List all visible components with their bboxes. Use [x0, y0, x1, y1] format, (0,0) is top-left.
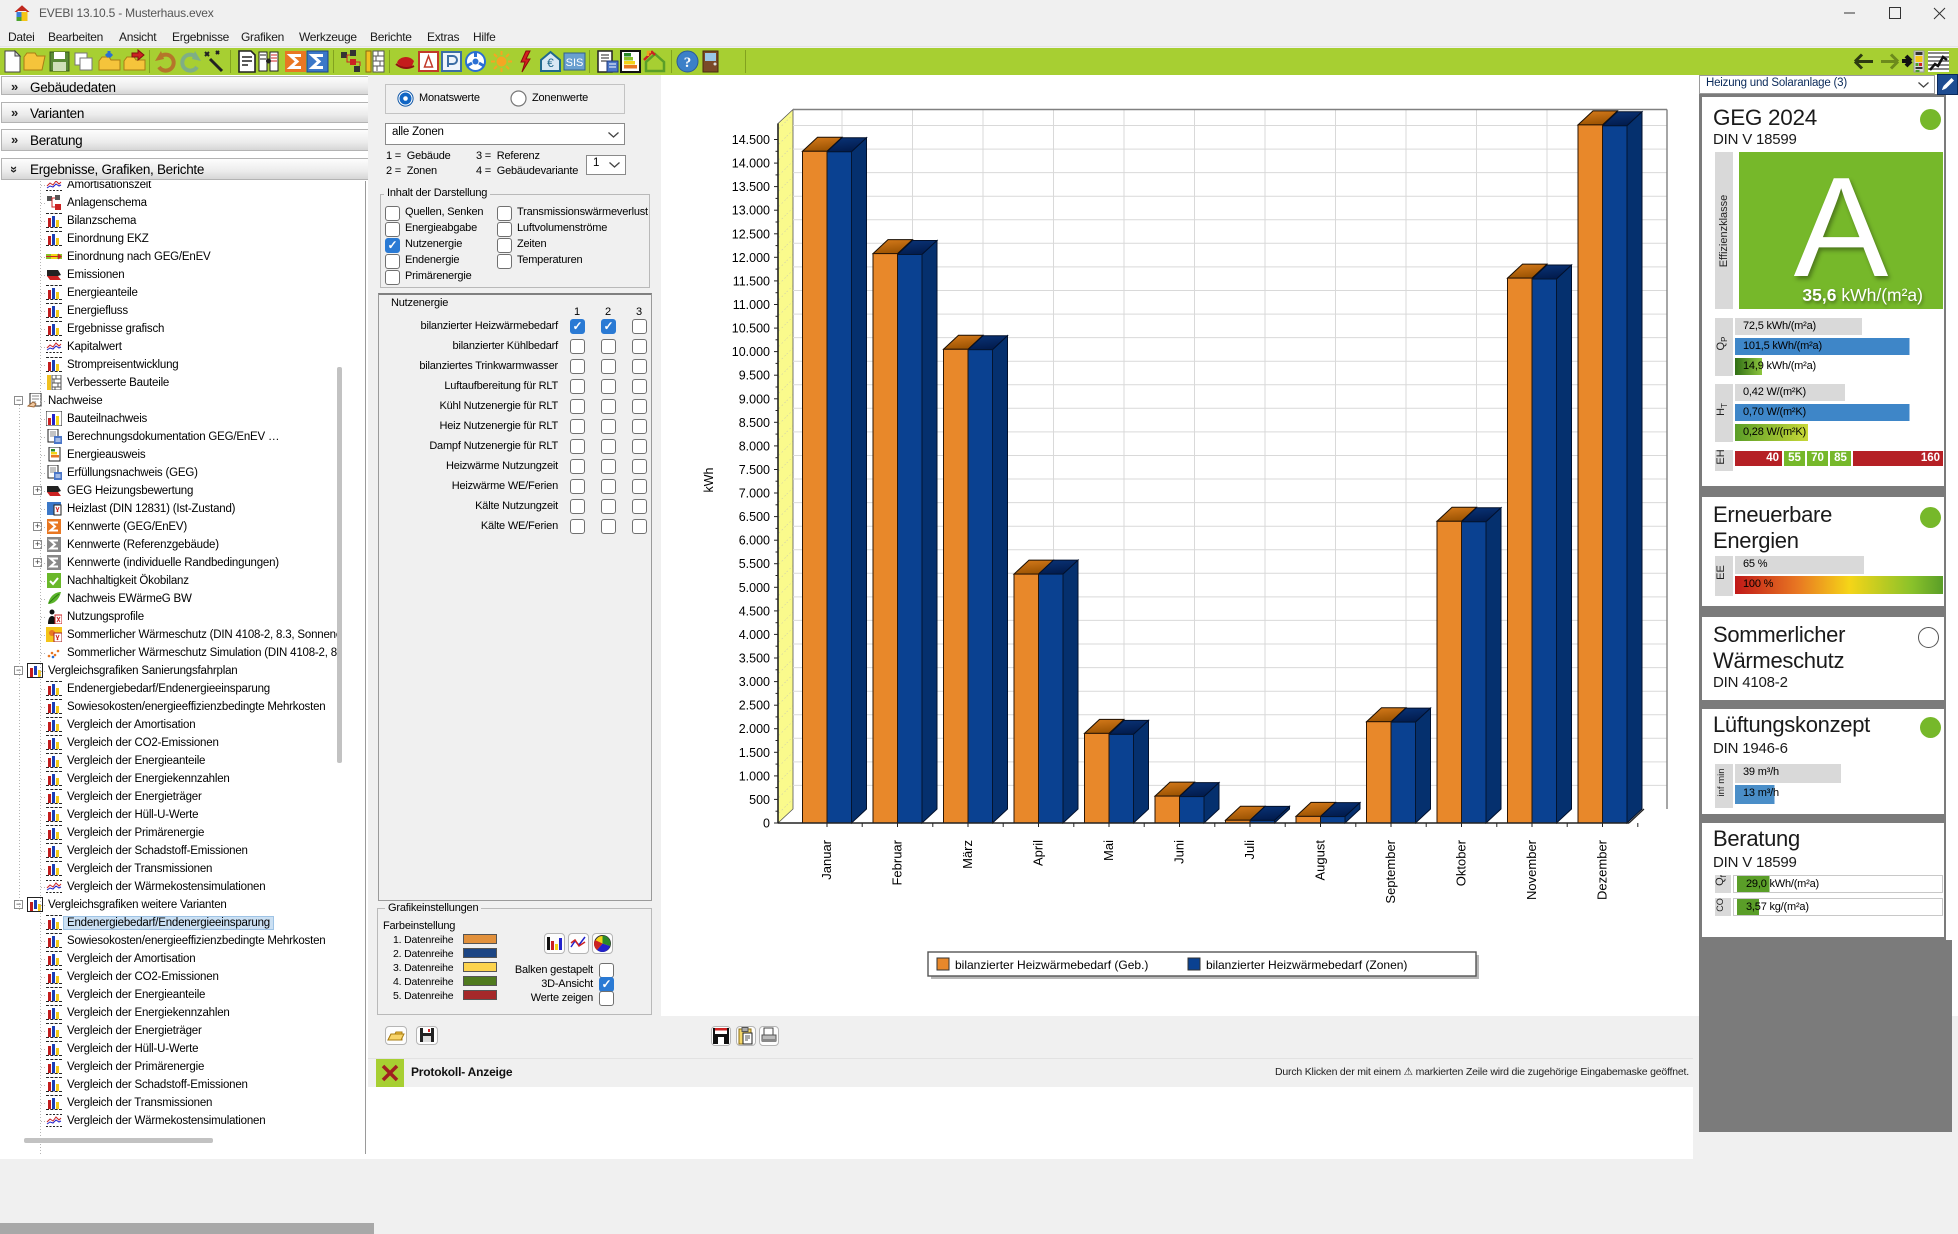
svg-text:13.500: 13.500 [732, 180, 770, 194]
svg-text:Februar: Februar [890, 839, 905, 885]
svg-text:QP: QP [1715, 337, 1729, 351]
svg-text:März: März [960, 840, 975, 869]
svg-text:5.500: 5.500 [739, 557, 770, 571]
svg-text:Januar: Januar [819, 839, 834, 879]
svg-text:Mai: Mai [1101, 840, 1116, 861]
svg-text:1.000: 1.000 [739, 769, 770, 783]
svg-text:0: 0 [763, 817, 770, 831]
svg-text:5.000: 5.000 [739, 581, 770, 595]
svg-text:bilanzierter Heizwärmebedarf (: bilanzierter Heizwärmebedarf (Zonen) [1206, 958, 1407, 972]
svg-text:8.000: 8.000 [739, 439, 770, 453]
svg-text:10.500: 10.500 [732, 322, 770, 336]
svg-text:500: 500 [749, 793, 770, 807]
svg-text:November: November [1524, 839, 1539, 900]
svg-text:10.000: 10.000 [732, 345, 770, 359]
svg-text:3.000: 3.000 [739, 675, 770, 689]
svg-text:7.500: 7.500 [739, 463, 770, 477]
svg-text:September: September [1383, 839, 1398, 903]
svg-text:14.000: 14.000 [732, 157, 770, 171]
svg-text:€: € [547, 56, 554, 70]
svg-text:13.000: 13.000 [732, 204, 770, 218]
svg-text:Qf: Qf [1715, 875, 1728, 886]
svg-text:14.500: 14.500 [732, 133, 770, 147]
svg-text:11.500: 11.500 [733, 274, 770, 288]
svg-text:6.500: 6.500 [739, 510, 770, 524]
svg-text:3.500: 3.500 [739, 652, 770, 666]
svg-text:7.000: 7.000 [739, 487, 770, 501]
svg-text:Juli: Juli [1242, 840, 1257, 860]
svg-text:EH: EH [1715, 450, 1727, 465]
svg-text:Oktober: Oktober [1454, 839, 1469, 886]
svg-text:4.000: 4.000 [739, 628, 770, 642]
svg-text:SIS: SIS [566, 57, 584, 69]
svg-text:Dezember: Dezember [1595, 839, 1610, 900]
svg-text:EE: EE [1715, 565, 1727, 580]
svg-text:11.000: 11.000 [733, 298, 770, 312]
svg-text:12.000: 12.000 [732, 251, 770, 265]
svg-text:CO²: CO² [1715, 898, 1725, 912]
svg-text:August: August [1313, 840, 1328, 881]
svg-text:6.000: 6.000 [739, 534, 770, 548]
svg-text:inf min: inf min [1716, 769, 1727, 797]
svg-text:April: April [1031, 840, 1046, 866]
svg-text:HT: HT [1715, 403, 1729, 416]
svg-text:?: ? [684, 55, 692, 71]
svg-text:2.000: 2.000 [739, 722, 770, 736]
svg-text:kWh: kWh [702, 467, 716, 492]
svg-text:9.500: 9.500 [739, 369, 770, 383]
svg-text:bilanzierter Heizwärmebedarf (: bilanzierter Heizwärmebedarf (Geb.) [955, 958, 1148, 972]
svg-text:9.000: 9.000 [739, 392, 770, 406]
svg-text:4.500: 4.500 [739, 604, 770, 618]
svg-text:1.500: 1.500 [739, 746, 770, 760]
svg-text:12.500: 12.500 [732, 227, 770, 241]
svg-text:Juni: Juni [1172, 840, 1187, 864]
svg-text:8.500: 8.500 [739, 416, 770, 430]
svg-text:2.500: 2.500 [739, 699, 770, 713]
